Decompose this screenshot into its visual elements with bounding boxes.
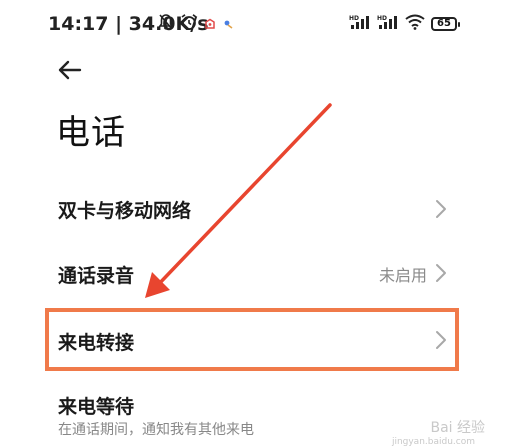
status-bar: 14:17 | 34.0K/s HD HD 65 xyxy=(0,0,515,52)
chevron-right-icon xyxy=(436,264,446,282)
watermark-text: Bai 经验 xyxy=(430,420,485,436)
chevron-right-icon xyxy=(436,331,446,349)
hd-signal-icon: HD xyxy=(349,14,371,34)
svg-text:HD: HD xyxy=(377,15,387,22)
row-label: 来电等待 xyxy=(58,396,135,418)
back-button[interactable] xyxy=(55,55,85,85)
hd-signal-icon: HD xyxy=(377,14,399,34)
battery-icon: 65 xyxy=(431,17,460,31)
row-value: 未启用 xyxy=(378,266,427,285)
svg-text:HD: HD xyxy=(349,15,359,22)
watermark-url: jingyan.baidu.com xyxy=(391,437,475,447)
chevron-right-icon xyxy=(436,200,446,218)
mute-bell-icon xyxy=(158,13,174,35)
notification-icon-red xyxy=(204,15,216,34)
settings-row-call-recording[interactable]: 通话录音 未启用 xyxy=(0,246,515,302)
back-arrow-icon xyxy=(58,60,82,80)
settings-row-call-forwarding[interactable]: 来电转接 xyxy=(0,310,515,370)
settings-row-dual-sim[interactable]: 双卡与移动网络 xyxy=(0,180,515,236)
row-label: 双卡与移动网络 xyxy=(58,200,192,222)
alarm-icon xyxy=(180,13,198,35)
status-icons-left xyxy=(158,13,234,35)
notification-icon-blue xyxy=(222,15,234,34)
wifi-icon xyxy=(405,14,425,34)
status-icons-right: HD HD 65 xyxy=(349,14,460,34)
row-subtitle: 在通话期间，通知我有其他来电 xyxy=(58,422,254,438)
row-label: 来电转接 xyxy=(58,332,135,354)
row-label: 通话录音 xyxy=(58,265,135,287)
page-title: 电话 xyxy=(56,113,126,153)
